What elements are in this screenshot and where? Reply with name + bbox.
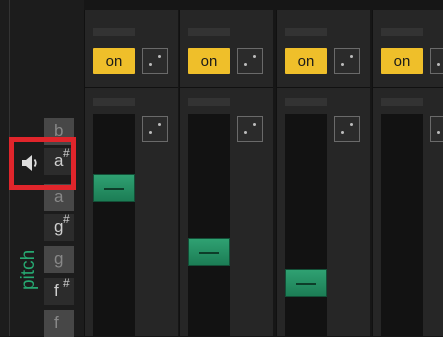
step-header	[188, 98, 230, 106]
step-header	[285, 28, 327, 36]
key-letter: f	[54, 313, 59, 332]
dice-icon[interactable]	[334, 116, 360, 142]
dice-icon[interactable]	[334, 48, 360, 74]
step-header	[381, 28, 423, 36]
pitch-fader-track[interactable]	[188, 114, 230, 336]
key-g-sharp[interactable]: g #	[44, 212, 74, 241]
step-column-4: on	[372, 10, 443, 336]
on-button[interactable]: on	[381, 48, 423, 74]
step-column-3: on	[276, 10, 370, 336]
pitch-fader-track[interactable]	[93, 114, 135, 336]
pitch-fader-handle[interactable]	[285, 269, 327, 297]
sharp-sign: #	[63, 212, 70, 226]
on-button[interactable]: on	[188, 48, 230, 74]
dice-icon[interactable]	[142, 48, 168, 74]
step-header	[381, 98, 423, 106]
divider	[277, 87, 370, 88]
dice-icon[interactable]	[237, 48, 263, 74]
dice-icon[interactable]	[142, 116, 168, 142]
step-column-2: on	[179, 10, 273, 336]
key-f-sharp[interactable]: f #	[44, 276, 74, 305]
step-column-1: on	[84, 10, 178, 336]
key-letter: a	[54, 187, 64, 206]
pitch-fader-handle[interactable]	[93, 174, 135, 202]
step-header	[285, 98, 327, 106]
pitch-label: pitch	[18, 249, 39, 290]
key-letter: f	[54, 281, 59, 300]
pitch-fader-track[interactable]	[381, 114, 423, 336]
divider	[373, 87, 443, 88]
highlight-box	[9, 137, 76, 190]
dice-icon[interactable]	[430, 116, 443, 142]
divider	[85, 87, 178, 88]
key-f[interactable]: f	[44, 310, 74, 337]
key-g[interactable]: g	[44, 246, 74, 273]
step-header	[93, 28, 135, 36]
step-header	[93, 98, 135, 106]
dice-icon[interactable]	[237, 116, 263, 142]
pitch-fader-handle[interactable]	[188, 238, 230, 266]
on-button[interactable]: on	[93, 48, 135, 74]
dice-icon[interactable]	[430, 48, 443, 74]
step-header	[188, 28, 230, 36]
sharp-sign: #	[63, 276, 70, 290]
key-letter: g	[54, 249, 64, 268]
pitch-fader-track[interactable]	[285, 114, 327, 336]
on-button[interactable]: on	[285, 48, 327, 74]
divider	[180, 87, 273, 88]
